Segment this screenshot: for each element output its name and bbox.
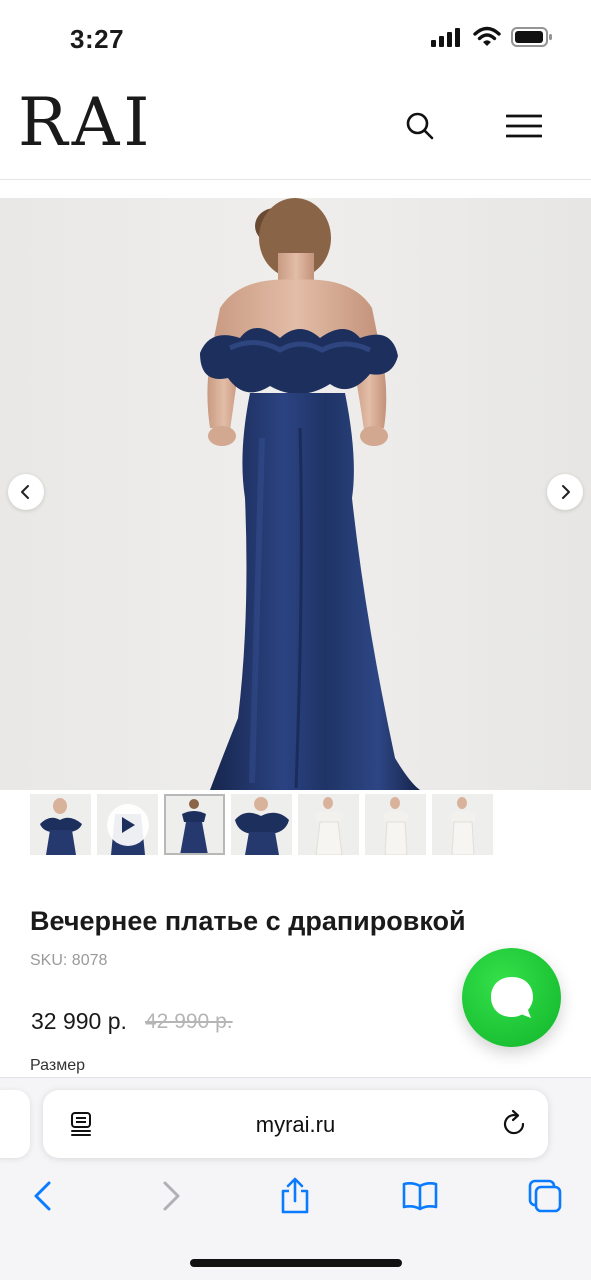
search-button[interactable] [400,106,440,146]
cellular-signal-icon [431,28,460,47]
thumbnail[interactable] [432,794,493,855]
product-main-image[interactable] [0,198,591,790]
thumbnail-image [40,798,82,855]
size-label: Размер [30,1057,85,1074]
play-icon [122,817,135,833]
forward-icon [163,1181,180,1211]
back-button[interactable] [23,1176,63,1216]
hamburger-menu-icon [506,114,542,138]
status-icons [431,26,553,48]
thumbnail[interactable] [231,794,292,855]
thumbnail[interactable] [298,794,359,855]
thumbnail-strip [30,794,493,855]
reload-icon [503,1109,525,1135]
menu-button[interactable] [502,106,546,146]
tabs-button[interactable] [525,1176,565,1216]
chevron-right-icon [562,485,570,499]
status-time: 3:27 [70,24,125,54]
wifi-icon [473,26,501,46]
product-old-price: 42 990 р. [145,1010,233,1033]
share-icon [281,1177,309,1214]
site-logo[interactable]: RAI [18,90,153,156]
share-button[interactable] [275,1176,315,1216]
forward-button[interactable] [151,1176,191,1216]
bookmarks-button[interactable] [400,1176,440,1216]
chat-bubble-icon [490,976,533,1018]
product-sku: SKU: 8078 [30,952,108,969]
thumbnail[interactable] [30,794,91,855]
product-title: Вечернее платье с драпировкой [30,906,466,936]
bookmarks-icon [402,1182,438,1211]
tabs-icon [528,1179,562,1213]
product-price: 32 990 р. [31,1008,127,1034]
thumbnail-image [235,797,289,855]
previous-tab-preview[interactable] [0,1090,30,1158]
reload-button[interactable] [499,1109,529,1139]
play-button[interactable] [107,804,149,846]
address-bar[interactable]: myrai.ru [43,1090,548,1158]
back-icon [34,1181,51,1211]
thumbnail-image [450,797,476,855]
thumbnail-active[interactable] [164,794,225,855]
gallery-next-button[interactable] [547,474,583,510]
search-icon [406,112,434,140]
chevron-left-icon [21,485,29,499]
status-bar: 3:27 [0,0,591,72]
browser-toolbar: myrai.ru [0,1077,591,1280]
thumbnail-image [180,799,208,855]
thumbnail-image [314,797,344,855]
chat-button[interactable] [462,948,561,1047]
address-url: myrai.ru [255,1112,336,1137]
home-indicator[interactable] [190,1259,402,1267]
battery-icon [511,27,552,47]
thumbnail-image [383,797,409,855]
thumbnail-video[interactable] [97,794,158,855]
site-header: RAI [0,72,591,180]
thumbnail[interactable] [365,794,426,855]
gallery-prev-button[interactable] [8,474,44,510]
dress-photo [200,198,420,790]
